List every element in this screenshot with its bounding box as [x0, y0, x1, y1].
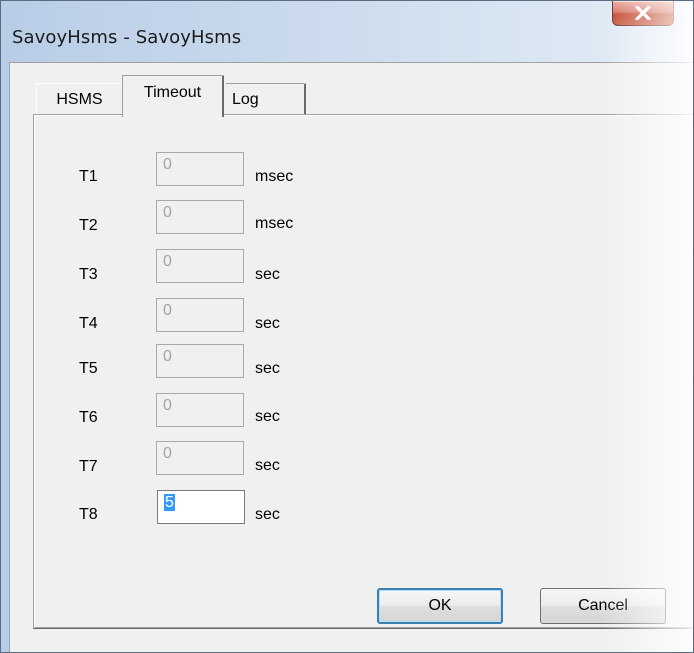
t4-input[interactable]: 0: [156, 298, 244, 332]
close-icon: [635, 6, 651, 20]
t7-label: T7: [79, 458, 98, 475]
timeout-tab-panel: T1 0 msec T2 0 msec T3 0 sec T4 0 sec T5…: [33, 114, 693, 629]
tab-log[interactable]: Log: [226, 83, 306, 115]
ok-button[interactable]: OK: [377, 588, 503, 624]
t4-unit: sec: [255, 315, 280, 332]
t3-input[interactable]: 0: [156, 249, 244, 283]
t6-unit: sec: [255, 408, 280, 425]
close-button[interactable]: [612, 1, 674, 26]
window-title: SavoyHsms - SavoyHsms: [12, 27, 242, 48]
title-bar[interactable]: SavoyHsms - SavoyHsms: [1, 1, 693, 61]
t1-label: T1: [79, 168, 98, 185]
tab-timeout-label: Timeout: [143, 84, 202, 101]
t7-unit: sec: [255, 457, 280, 474]
cancel-button[interactable]: Cancel: [540, 588, 666, 624]
t2-unit: msec: [255, 215, 294, 232]
t8-value: 5: [164, 494, 175, 511]
t8-label: T8: [79, 506, 98, 523]
dialog-client-area: HSMS Timeout Log T1 0 msec T2 0 msec T3 …: [9, 62, 693, 652]
t3-unit: sec: [255, 266, 280, 283]
t5-input[interactable]: 0: [156, 344, 244, 378]
t4-label: T4: [79, 315, 98, 332]
t2-input[interactable]: 0: [156, 200, 244, 234]
tab-hsms[interactable]: HSMS: [36, 83, 122, 115]
t6-input[interactable]: 0: [156, 393, 244, 427]
dialog-window: SavoyHsms - SavoyHsms HSMS Timeout Log T…: [0, 0, 694, 653]
t8-unit: sec: [255, 506, 280, 523]
t3-label: T3: [79, 266, 98, 283]
tab-hsms-label: HSMS: [56, 90, 103, 108]
t7-input[interactable]: 0: [156, 441, 244, 475]
t1-unit: msec: [255, 168, 294, 185]
t8-input[interactable]: 5: [157, 490, 245, 524]
t5-unit: sec: [255, 360, 280, 377]
t5-label: T5: [79, 360, 98, 377]
tab-log-label: Log: [232, 90, 259, 108]
t2-label: T2: [79, 217, 98, 234]
t1-input[interactable]: 0: [156, 152, 244, 186]
tab-timeout[interactable]: Timeout: [122, 75, 224, 117]
t6-label: T6: [79, 409, 98, 426]
